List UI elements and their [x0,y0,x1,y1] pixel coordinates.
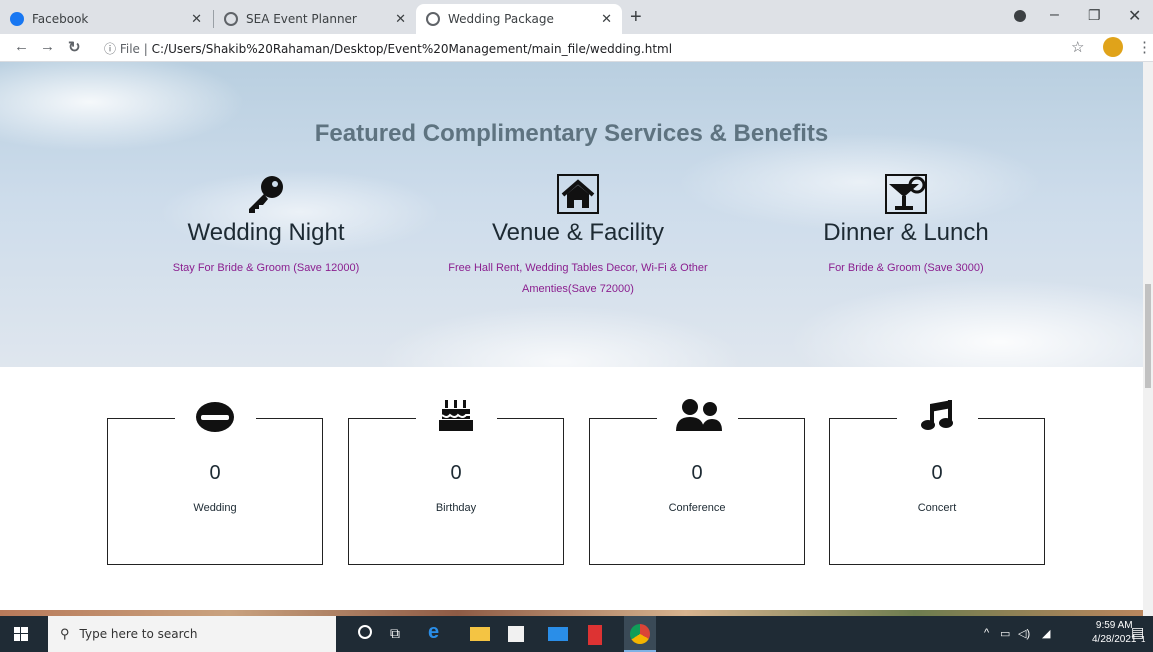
back-icon[interactable]: ← [14,38,29,55]
service-wedding-night: Wedding Night Stay For Bride & Groom (Sa… [116,174,416,279]
mail-icon[interactable] [548,627,568,641]
services-section: Featured Complimentary Services & Benefi… [0,62,1143,367]
clock-time: 9:59 AM [1095,620,1133,631]
file-explorer-icon[interactable] [470,627,490,641]
taskbar-search[interactable]: ⚲ Type here to search [48,616,336,652]
cortana-icon[interactable] [358,625,372,639]
bookmark-star-icon[interactable]: ☆ [1071,38,1084,56]
task-view-icon[interactable]: ⧉ [390,625,410,645]
service-description: Stay For Bride & Groom (Save 12000) [172,262,360,274]
service-description: For Bride & Groom (Save 3000) [828,262,984,274]
music-icon [921,400,953,430]
divider [256,418,323,419]
counter-label: Birthday [435,502,477,514]
menu-icon[interactable]: ⋮ [1137,38,1152,56]
service-title: Venue & Facility [491,219,665,246]
chrome-icon [630,624,650,644]
counter-value: 0 [209,462,221,484]
url-text: C:/Users/Shakib%20Rahaman/Desktop/Event%… [151,42,673,56]
globe-icon [224,12,238,26]
birthday-cake-icon [439,400,473,431]
system-clock[interactable]: 9:59 AM 4/28/2021 [1092,619,1137,647]
tab-title: Facebook [32,12,89,26]
app-icon[interactable] [588,625,602,645]
window-close-icon[interactable]: ✕ [1128,6,1141,26]
windows-taskbar: ⚲ Type here to search ⧉ e ^ ▭ ◁) ◢ 9:59 … [0,616,1153,652]
tab-title: SEA Event Planner [246,12,357,26]
close-icon[interactable]: ✕ [395,12,406,27]
restore-icon[interactable]: ❐ [1088,7,1101,24]
url-prefix: File [119,42,140,56]
divider [497,418,564,419]
tab-wedding-package[interactable]: Wedding Package ✕ [416,4,622,34]
search-placeholder: Type here to search [79,627,198,641]
counter-label: Conference [668,502,726,514]
section-title: Featured Complimentary Services & Benefi… [314,120,829,147]
notification-count: 1 [1141,635,1146,644]
service-description: Free Hall Rent, Wedding Tables Decor, Wi… [448,262,708,295]
scrollbar-thumb[interactable] [1145,284,1151,388]
info-icon[interactable]: ⓘ [104,42,120,56]
counter-box-wedding [107,418,323,565]
windows-start-icon[interactable] [14,627,28,641]
counter-box-concert [829,418,1045,565]
service-venue-facility: Venue & Facility Free Hall Rent, Wedding… [428,174,728,300]
clock-date: 4/28/2021 [1092,634,1137,645]
facebook-icon [10,12,24,26]
divider [978,418,1045,419]
divider [829,418,897,419]
ring-icon [196,402,234,432]
service-title: Dinner & Lunch [823,219,989,246]
close-icon[interactable]: ✕ [191,12,202,27]
counter-box-conference [589,418,805,565]
address-bar: ← → ↻ ⓘ File | C:/Users/Shakib%20Rahaman… [0,34,1153,62]
key-icon [249,176,283,213]
tab-strip: Facebook ✕ SEA Event Planner ✕ Wedding P… [0,0,1153,34]
profile-avatar[interactable] [1103,37,1123,57]
home-icon [557,174,599,214]
globe-icon [426,12,440,26]
counter-label: Wedding [193,502,237,514]
url-separator: | [143,42,152,56]
wifi-icon[interactable]: ◢ [1042,627,1050,640]
divider [107,418,175,419]
service-title: Wedding Night [187,219,345,246]
forward-icon[interactable]: → [40,38,55,55]
service-dinner-lunch: Dinner & Lunch For Bride & Groom (Save 3… [756,174,1056,279]
volume-icon[interactable]: ◁) [1018,627,1030,640]
url-field[interactable]: ⓘ File | C:/Users/Shakib%20Rahaman/Deskt… [104,40,672,57]
counter-box-birthday [348,418,564,565]
counter-value: 0 [691,462,703,484]
reload-icon[interactable]: ↻ [68,38,81,56]
close-icon[interactable]: ✕ [601,12,612,27]
incognito-icon[interactable] [1014,10,1026,22]
store-icon[interactable] [508,626,524,642]
edge-icon[interactable]: e [428,621,448,643]
minimize-icon[interactable]: – [1050,6,1059,24]
new-tab-button[interactable]: + [630,6,642,29]
counter-label: Concert [917,502,957,514]
page-viewport: Featured Complimentary Services & Benefi… [0,62,1143,616]
divider [348,418,416,419]
users-icon [676,399,722,431]
battery-icon[interactable]: ▭ [1000,627,1010,640]
tab-facebook[interactable]: Facebook ✕ [0,4,212,34]
tray-chevron-icon[interactable]: ^ [984,627,989,639]
divider [738,418,805,419]
cocktail-icon [885,174,927,214]
search-icon: ⚲ [60,626,70,641]
tab-title: Wedding Package [448,12,554,26]
counter-value: 0 [450,462,462,484]
tab-sea-event-planner[interactable]: SEA Event Planner ✕ [214,4,416,34]
counter-value: 0 [931,462,943,484]
divider [589,418,657,419]
